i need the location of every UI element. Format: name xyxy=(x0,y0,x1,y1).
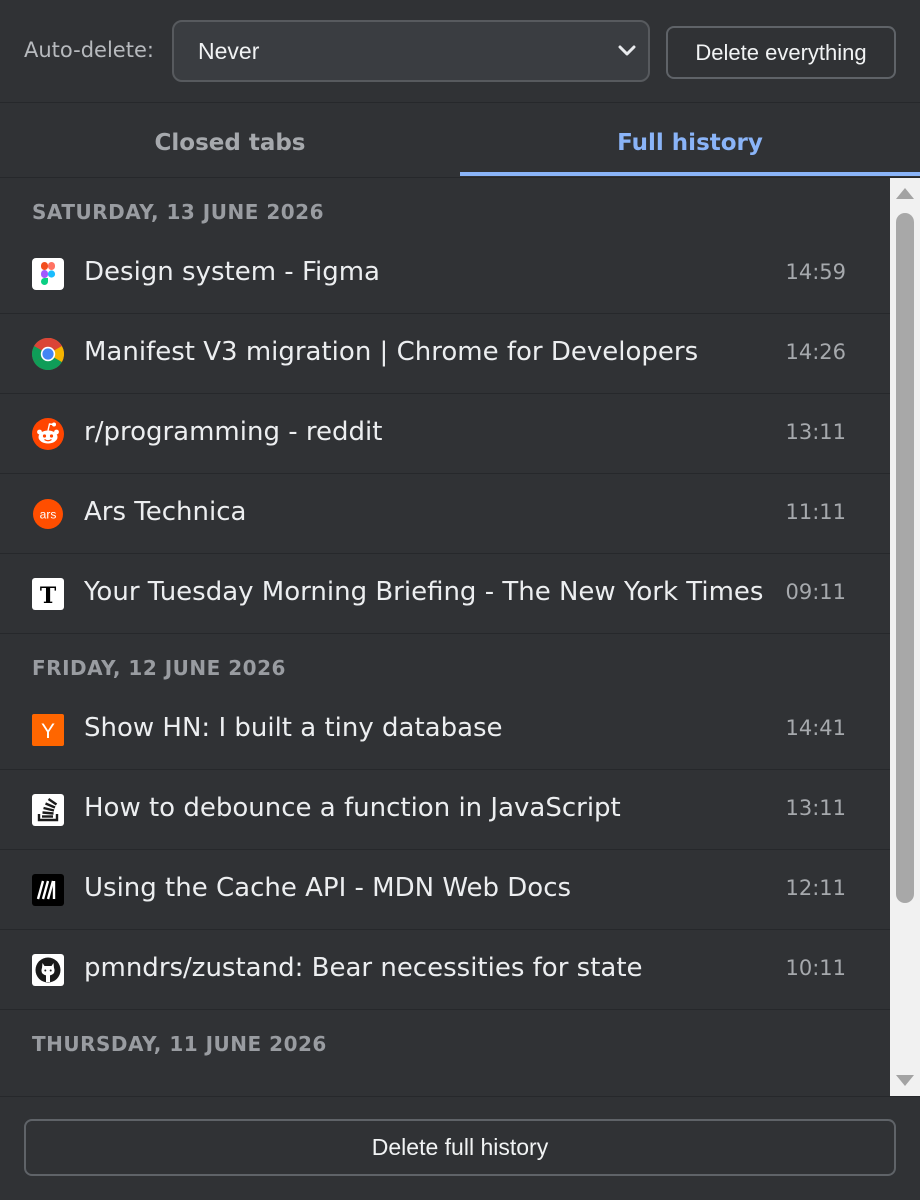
history-item-time: 14:26 xyxy=(785,339,846,364)
history-item-title: Your Tuesday Morning Briefing - The New … xyxy=(84,576,764,607)
history-list: SATURDAY, 13 JUNE 2026 Design system - F… xyxy=(0,178,890,1096)
hacker-news-icon: Y xyxy=(32,713,64,746)
ars-technica-icon: ars xyxy=(33,498,63,529)
history-item-title: Manifest V3 migration | Chrome for Devel… xyxy=(84,336,699,367)
tab-bar: Closed tabs Full history xyxy=(0,103,920,178)
history-item[interactable]: Manifest V3 migration | Chrome for Devel… xyxy=(0,314,890,394)
history-item-title: Ars Technica xyxy=(84,496,247,527)
date-header: FRIDAY, 12 JUNE 2026 xyxy=(32,656,286,680)
history-item-title: Show HN: I built a tiny database xyxy=(84,712,503,743)
scroll-up-icon[interactable] xyxy=(896,188,914,199)
nytimes-icon: T xyxy=(32,577,64,610)
active-tab-indicator xyxy=(460,172,920,176)
history-item-title: How to debounce a function in JavaScript xyxy=(84,792,621,823)
toolbar: Auto-delete: Never Delete everything xyxy=(0,0,920,103)
scroll-down-icon[interactable] xyxy=(896,1075,914,1086)
history-item-time: 14:59 xyxy=(785,259,846,284)
history-item[interactable]: How to debounce a function in JavaScript… xyxy=(0,770,890,850)
date-header: SATURDAY, 13 JUNE 2026 xyxy=(32,200,325,224)
history-item[interactable]: Design system - Figma 14:59 xyxy=(0,242,890,314)
delete-full-history-button[interactable]: Delete full history xyxy=(24,1119,896,1176)
history-item-time: 13:11 xyxy=(785,419,846,444)
history-item[interactable]: T Your Tuesday Morning Briefing - The Ne… xyxy=(0,554,890,634)
history-item-time: 12:11 xyxy=(785,875,846,900)
history-item[interactable]: Y Show HN: I built a tiny database 14:41 xyxy=(0,698,890,770)
svg-text:T: T xyxy=(40,583,57,609)
scrollbar[interactable] xyxy=(890,178,920,1096)
history-item-time: 13:11 xyxy=(785,795,846,820)
github-icon xyxy=(32,953,64,986)
history-item-time: 14:41 xyxy=(785,715,846,740)
chevron-down-icon xyxy=(618,45,636,56)
history-item-time: 09:11 xyxy=(785,579,846,604)
history-item-title: pmndrs/zustand: Bear necessities for sta… xyxy=(84,952,643,983)
delete-everything-button[interactable]: Delete everything xyxy=(666,26,896,79)
history-item[interactable]: pmndrs/zustand: Bear necessities for sta… xyxy=(0,930,890,1010)
figma-icon xyxy=(32,257,64,290)
history-item-title: Using the Cache API - MDN Web Docs xyxy=(84,872,572,903)
auto-delete-label: Auto-delete: xyxy=(24,38,154,62)
date-header: THURSDAY, 11 JUNE 2026 xyxy=(32,1032,327,1056)
tab-full-history[interactable]: Full history xyxy=(460,103,920,178)
reddit-icon xyxy=(32,417,64,450)
history-item-title: Design system - Figma xyxy=(84,256,380,287)
auto-delete-select[interactable]: Never xyxy=(172,20,650,82)
history-item-time: 11:11 xyxy=(785,499,846,524)
history-item-title: r/programming - reddit xyxy=(84,416,383,447)
chrome-icon xyxy=(32,337,64,370)
history-item[interactable]: ars Ars Technica 11:11 xyxy=(0,474,890,554)
history-item[interactable]: r/programming - reddit 13:11 xyxy=(0,394,890,474)
footer: Delete full history xyxy=(0,1096,920,1200)
history-item[interactable]: Using the Cache API - MDN Web Docs 12:11 xyxy=(0,850,890,930)
stack-overflow-icon xyxy=(32,793,64,826)
auto-delete-value: Never xyxy=(198,38,260,64)
svg-text:ars: ars xyxy=(40,507,57,521)
tab-closed-tabs[interactable]: Closed tabs xyxy=(0,103,460,178)
mdn-icon xyxy=(32,873,64,906)
scrollbar-thumb[interactable] xyxy=(896,213,914,903)
svg-text:Y: Y xyxy=(41,720,55,743)
history-item-time: 10:11 xyxy=(785,955,846,980)
